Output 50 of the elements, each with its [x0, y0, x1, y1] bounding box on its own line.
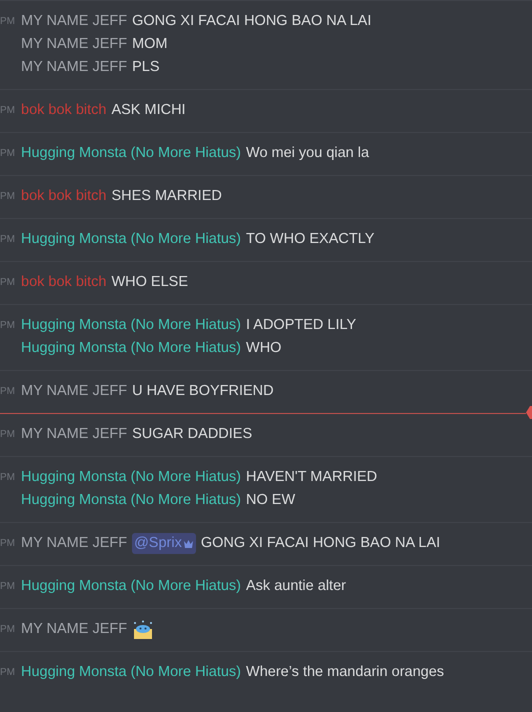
message-text: SHES MARRIED [111, 186, 222, 206]
message-text: GONG XI FACAI HONG BAO NA LAI [132, 12, 372, 31]
message-text: WHO ELSE [111, 272, 188, 292]
timestamp: PM [0, 148, 15, 159]
new-flag-icon [526, 406, 532, 419]
timestamp: PM [0, 320, 15, 331]
user-mention[interactable]: @Sprix [132, 532, 196, 554]
crown-icon [182, 538, 194, 548]
message-text: NO EW [246, 490, 296, 510]
author-name[interactable]: MY NAME JEFF [21, 10, 128, 32]
message-text: Ask auntie alter [246, 576, 346, 596]
author-name[interactable]: MY NAME JEFF [21, 56, 128, 78]
timestamp: PM [0, 624, 15, 635]
timestamp: PM [0, 581, 15, 592]
author-name[interactable]: MY NAME JEFF [21, 618, 128, 640]
message-text: U HAVE BOYFRIEND [132, 382, 274, 401]
message-text: ASK MICHI [111, 100, 186, 120]
timestamp: PM [0, 191, 15, 202]
author-name[interactable]: Hugging Monsta (No More Hiatus) [21, 576, 242, 598]
author-name[interactable]: Hugging Monsta (No More Hiatus) [21, 466, 242, 488]
timestamp: PM [0, 277, 15, 288]
author-name[interactable]: MY NAME JEFF [21, 34, 128, 56]
timestamp: PM [0, 234, 15, 245]
timestamp: PM [0, 386, 15, 397]
author-name[interactable]: MY NAME JEFF [21, 532, 128, 554]
author-name[interactable]: MY NAME JEFF [21, 424, 128, 446]
author-name[interactable]: Hugging Monsta (No More Hiatus) [21, 490, 242, 512]
author-name[interactable]: Hugging Monsta (No More Hiatus) [21, 662, 242, 684]
timestamp: PM [0, 429, 15, 440]
timestamp: PM [0, 538, 15, 549]
message-text: WHO [246, 338, 282, 358]
author-name[interactable]: MY NAME JEFF [21, 380, 128, 402]
author-name[interactable]: Hugging Monsta (No More Hiatus) [21, 314, 242, 336]
message-text: HAVEN'T MARRIED [246, 468, 378, 487]
message-text: I ADOPTED LILY [246, 316, 356, 335]
message-text: Where’s the mandarin oranges [246, 662, 444, 682]
message-text: MOM [132, 34, 168, 54]
emoji-icon [132, 620, 154, 640]
timestamp: PM [0, 105, 15, 116]
timestamp: PM [0, 667, 15, 678]
author-name[interactable]: Hugging Monsta (No More Hiatus) [21, 338, 242, 360]
timestamp: PM [0, 472, 15, 483]
timestamp: PM [0, 16, 15, 27]
message-text: SUGAR DADDIES [132, 424, 252, 444]
message-text: PLS [132, 58, 160, 77]
message-text: GONG XI FACAI HONG BAO NA LAI [200, 534, 440, 553]
message-text: Wo mei you qian la [246, 144, 370, 163]
author-name[interactable]: Hugging Monsta (No More Hiatus) [21, 228, 242, 250]
author-name[interactable]: Hugging Monsta (No More Hiatus) [21, 142, 242, 164]
message-text: TO WHO EXACTLY [246, 230, 374, 249]
